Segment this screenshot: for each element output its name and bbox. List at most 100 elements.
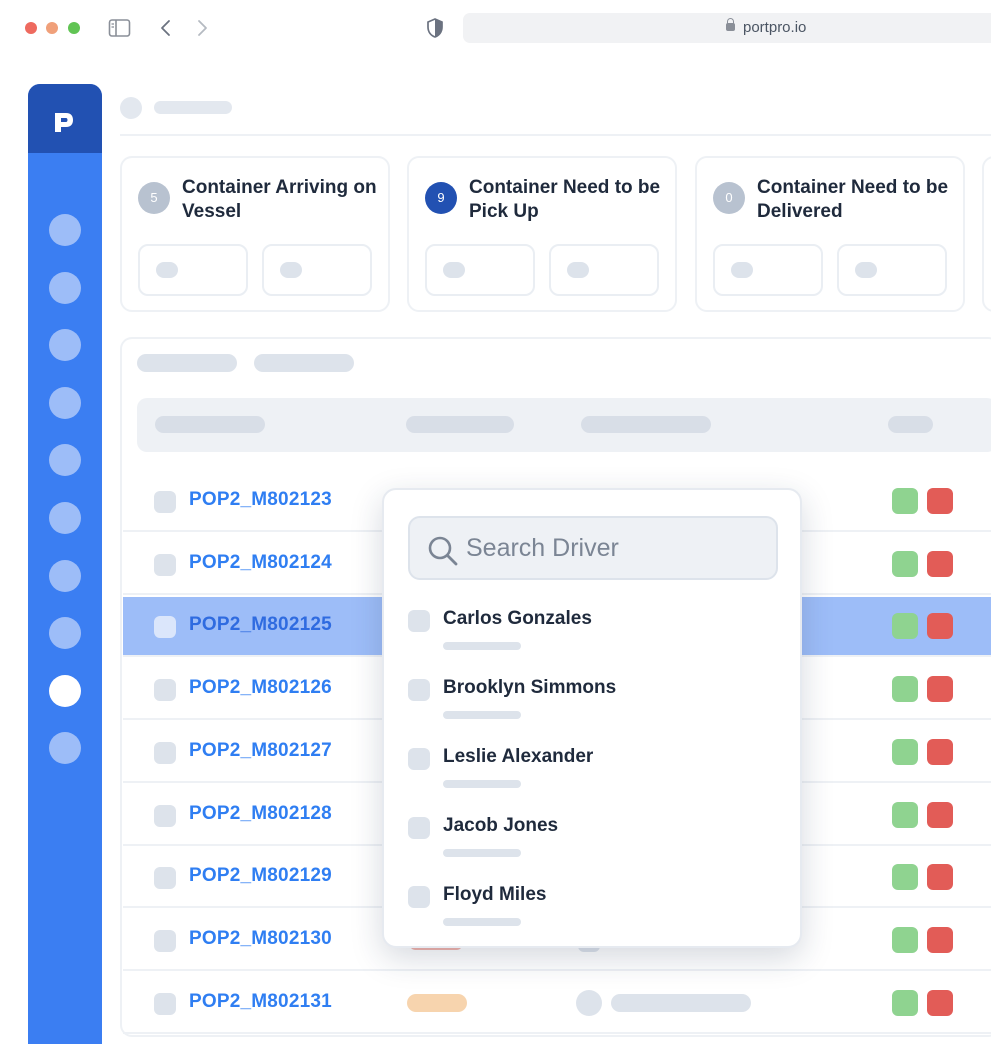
search-driver-box[interactable] [408, 516, 778, 580]
driver-option[interactable]: Leslie Alexander [408, 742, 778, 800]
sidebar-nav-item[interactable] [49, 444, 81, 477]
container-id-link[interactable]: POP2_M802124 [189, 552, 332, 574]
card-title: Container Need to be Pick Up [469, 177, 661, 222]
container-id-link[interactable]: POP2_M802131 [189, 991, 332, 1013]
pill-placeholder [443, 262, 465, 278]
status-card[interactable]: 0 Container Need to be Delivered [695, 156, 965, 312]
status-green-indicator[interactable] [892, 676, 918, 703]
status-green-indicator[interactable] [892, 926, 918, 953]
column-header-placeholder[interactable] [406, 416, 514, 433]
card-action-placeholder[interactable] [138, 244, 248, 296]
container-id-link[interactable]: POP2_M802125 [189, 614, 332, 636]
driver-detail-placeholder [443, 849, 521, 857]
sidebar-toggle-icon[interactable] [108, 18, 132, 38]
table-row[interactable]: POP2_M802131 [123, 974, 991, 1034]
driver-checkbox[interactable] [408, 886, 430, 908]
status-card[interactable]: 5 Container Arriving on Vessel [120, 156, 390, 312]
status-green-indicator[interactable] [892, 613, 918, 640]
sidebar [28, 84, 102, 1044]
driver-option[interactable]: Brooklyn Simmons [408, 673, 778, 731]
status-green-indicator[interactable] [892, 488, 918, 514]
status-red-indicator[interactable] [927, 989, 953, 1016]
card-action-placeholder[interactable] [425, 244, 535, 296]
status-card[interactable]: 9 Container Need to be Pick Up [407, 156, 677, 312]
filter-chip-placeholder[interactable] [137, 354, 237, 372]
row-checkbox[interactable] [154, 929, 176, 952]
status-red-indicator[interactable] [927, 550, 953, 577]
column-header-placeholder[interactable] [888, 416, 933, 433]
driver-option[interactable]: Floyd Miles [408, 880, 778, 938]
window-zoom-button[interactable] [68, 22, 80, 34]
status-green-indicator[interactable] [892, 738, 918, 765]
row-checkbox[interactable] [154, 804, 176, 827]
driver-checkbox[interactable] [408, 748, 430, 770]
container-id-link[interactable]: POP2_M802128 [189, 803, 332, 825]
status-red-indicator[interactable] [927, 676, 953, 703]
driver-name: Carlos Gonzales [443, 608, 592, 629]
sidebar-nav-item[interactable] [49, 732, 81, 765]
status-green-indicator[interactable] [892, 801, 918, 828]
window-close-button[interactable] [25, 22, 37, 34]
address-bar[interactable]: portpro.io [463, 13, 991, 43]
count-badge: 0 [713, 182, 745, 214]
search-driver-input[interactable] [466, 532, 756, 564]
row-checkbox[interactable] [154, 553, 176, 576]
pill-placeholder [731, 262, 753, 278]
sidebar-nav-item[interactable] [49, 329, 81, 362]
status-red-indicator[interactable] [927, 738, 953, 765]
status-red-indicator[interactable] [927, 488, 953, 514]
card-action-placeholder[interactable] [262, 244, 372, 296]
portpro-logo-icon [55, 113, 73, 132]
driver-checkbox[interactable] [408, 817, 430, 839]
sidebar-nav-item[interactable] [49, 214, 81, 246]
container-id-link[interactable]: POP2_M802123 [189, 489, 332, 511]
driver-name: Leslie Alexander [443, 746, 594, 767]
forward-arrow-icon[interactable] [194, 18, 210, 38]
sidebar-nav-item[interactable] [49, 271, 81, 304]
lock-icon [726, 18, 735, 31]
window-minimize-button[interactable] [46, 22, 58, 34]
driver-detail-placeholder [443, 642, 521, 650]
row-checkbox[interactable] [154, 867, 176, 890]
row-checkbox[interactable] [154, 491, 176, 513]
status-red-indicator[interactable] [927, 613, 953, 640]
header-title-placeholder [154, 101, 232, 114]
sidebar-nav-item[interactable] [49, 674, 81, 707]
driver-option[interactable]: Jacob Jones [408, 811, 778, 869]
card-action-placeholder[interactable] [549, 244, 659, 296]
column-header-placeholder[interactable] [581, 416, 711, 433]
card-action-placeholder[interactable] [837, 244, 947, 296]
container-id-link[interactable]: POP2_M802130 [189, 928, 332, 950]
sidebar-nav-item[interactable] [49, 386, 81, 419]
row-checkbox[interactable] [154, 741, 176, 764]
header-icon-placeholder [120, 97, 142, 119]
sidebar-nav-item[interactable] [49, 617, 81, 650]
container-id-link[interactable]: POP2_M802129 [189, 865, 332, 887]
privacy-shield-icon[interactable] [425, 17, 445, 39]
back-arrow-icon[interactable] [158, 18, 174, 38]
status-green-indicator[interactable] [892, 550, 918, 577]
card-action-placeholder[interactable] [713, 244, 823, 296]
container-id-link[interactable]: POP2_M802126 [189, 677, 332, 699]
driver-checkbox[interactable] [408, 610, 430, 632]
sidebar-logo[interactable] [28, 84, 102, 153]
driver-name: Floyd Miles [443, 884, 547, 905]
row-checkbox[interactable] [154, 616, 176, 639]
row-checkbox[interactable] [154, 679, 176, 702]
sidebar-nav-item[interactable] [49, 559, 81, 592]
status-red-indicator[interactable] [927, 801, 953, 828]
status-green-indicator[interactable] [892, 864, 918, 891]
status-red-indicator[interactable] [927, 926, 953, 953]
status-green-indicator[interactable] [892, 989, 918, 1016]
driver-option[interactable]: Carlos Gonzales [408, 604, 778, 662]
sidebar-nav-item[interactable] [49, 502, 81, 534]
container-id-link[interactable]: POP2_M802127 [189, 740, 332, 762]
filter-chip-placeholder[interactable] [254, 354, 354, 372]
status-red-indicator[interactable] [927, 864, 953, 891]
driver-dropdown: Carlos Gonzales Brooklyn Simmons Leslie Al… [382, 488, 802, 948]
column-header-placeholder[interactable] [155, 416, 265, 433]
row-checkbox[interactable] [154, 992, 176, 1015]
status-card-partial[interactable] [982, 156, 991, 312]
count-badge: 5 [138, 182, 170, 214]
driver-checkbox[interactable] [408, 679, 430, 701]
